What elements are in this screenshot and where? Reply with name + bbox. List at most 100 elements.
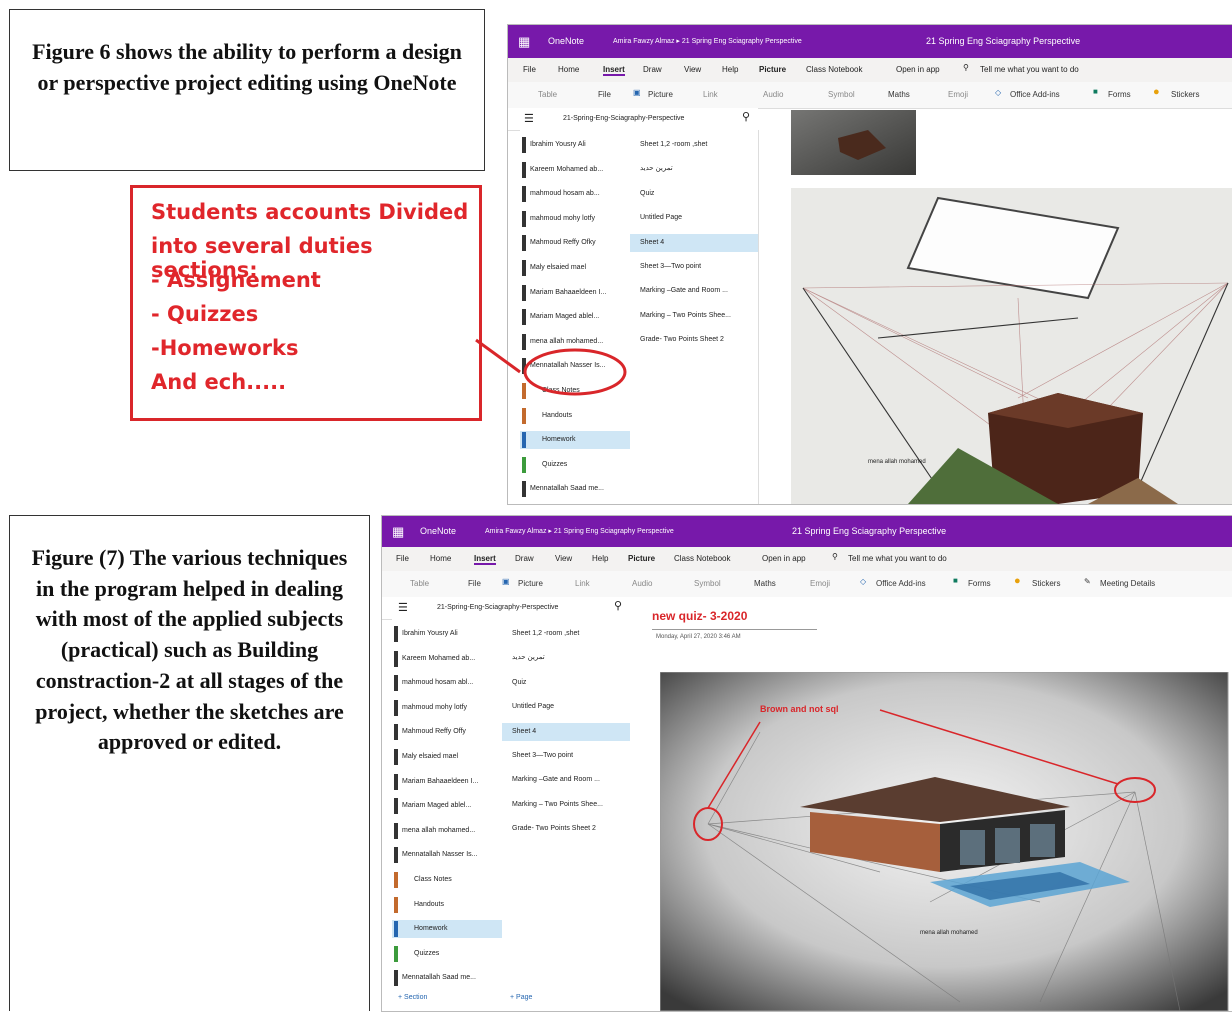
section-kareem-mohamed-ab[interactable]: Kareem Mohamed ab...: [392, 650, 502, 668]
section-mennatallah-saad-me[interactable]: Mennatallah Saad me...: [520, 480, 630, 498]
page-title[interactable]: new quiz- 3-2020: [652, 609, 747, 623]
toolbar-table[interactable]: Table: [410, 579, 429, 588]
toolbar-office-addins[interactable]: Office Add-ins: [876, 579, 926, 588]
toolbar-emoji[interactable]: Emoji: [810, 579, 830, 588]
page-quiz[interactable]: Quiz: [630, 185, 758, 203]
page-item[interactable]: تمرين حديد: [630, 160, 758, 178]
page-untitled-page[interactable]: Untitled Page: [502, 698, 630, 716]
menu-class-notebook[interactable]: Class Notebook: [674, 554, 730, 563]
toolbar-forms[interactable]: Forms: [1108, 90, 1131, 99]
toolbar-meeting-details[interactable]: Meeting Details: [1100, 579, 1155, 588]
section-mahmoud-reffy-offy[interactable]: Mahmoud Reffy Offy: [392, 723, 502, 741]
section-mariam-maged-ablel[interactable]: Mariam Maged ablel...: [520, 308, 630, 326]
breadcrumb[interactable]: Amira Fawzy Almaz ▸ 21 Spring Eng Sciagr…: [613, 37, 802, 45]
page-sheet-4[interactable]: Sheet 4: [630, 233, 758, 252]
menu-help[interactable]: Help: [592, 554, 608, 563]
section-quizzes[interactable]: Quizzes: [392, 945, 502, 963]
page-marking-gate-and-room[interactable]: Marking –Gate and Room ...: [502, 771, 630, 789]
section-mahmoud-mohy-lotfy[interactable]: mahmoud mohy lotfy: [520, 210, 630, 228]
toolbar-link[interactable]: Link: [703, 90, 718, 99]
menu-draw[interactable]: Draw: [643, 65, 662, 74]
toolbar-stickers[interactable]: Stickers: [1032, 579, 1060, 588]
toolbar-file[interactable]: File: [468, 579, 481, 588]
toolbar-table[interactable]: Table: [538, 90, 557, 99]
menu-draw[interactable]: Draw: [515, 554, 534, 563]
section-quizzes[interactable]: Quizzes: [520, 456, 630, 474]
menu-class-notebook[interactable]: Class Notebook: [806, 65, 862, 74]
toolbar-maths[interactable]: Maths: [754, 579, 776, 588]
section-mennatallah-saad-me[interactable]: Mennatallah Saad me...: [392, 969, 502, 987]
menu-picture[interactable]: Picture: [759, 65, 786, 74]
page-grade-two-points-sheet-2[interactable]: Grade- Two Points Sheet 2: [502, 820, 630, 838]
section-handouts[interactable]: Handouts: [392, 896, 502, 914]
section-mariam-bahaaeldeen-i[interactable]: Mariam Bahaaeldeen I...: [392, 773, 502, 791]
page-untitled-page[interactable]: Untitled Page: [630, 209, 758, 227]
menu-file[interactable]: File: [396, 554, 409, 563]
toolbar-picture[interactable]: Picture: [648, 90, 673, 99]
menu-home[interactable]: Home: [558, 65, 579, 74]
section-mahmoud-hosam-ab[interactable]: mahmoud hosam ab...: [520, 185, 630, 203]
toolbar-symbol[interactable]: Symbol: [828, 90, 855, 99]
section-mena-allah-mohamed[interactable]: mena allah mohamed...: [392, 822, 502, 840]
notebook-title[interactable]: 21-Spring-Eng-Sciagraphy-Perspective: [563, 115, 684, 122]
add-page-button[interactable]: + Page: [510, 994, 532, 1001]
section-homework[interactable]: Homework: [392, 920, 502, 939]
page-sheet-1-2-room-shet[interactable]: Sheet 1,2 -room ,shet: [502, 625, 630, 643]
section-kareem-mohamed-ab[interactable]: Kareem Mohamed ab...: [520, 161, 630, 179]
app-launcher-icon[interactable]: ▦: [392, 524, 404, 540]
section-maly-elsaied-mael[interactable]: Maly elsaied mael: [392, 748, 502, 766]
section-mahmoud-reffy-ofky[interactable]: Mahmoud Reffy Ofky: [520, 234, 630, 252]
menu-help[interactable]: Help: [722, 65, 738, 74]
menu-view[interactable]: View: [684, 65, 701, 74]
section-ibrahim-yousry-ali[interactable]: Ibrahim Yousry Ali: [520, 136, 630, 154]
page-marking-gate-and-room[interactable]: Marking –Gate and Room ...: [630, 282, 758, 300]
page-marking-two-points-shee[interactable]: Marking – Two Points Shee...: [630, 307, 758, 325]
toolbar-forms[interactable]: Forms: [968, 579, 991, 588]
fig6-page-canvas[interactable]: mena allah mohamed: [758, 108, 1232, 504]
section-mahmoud-mohy-lotfy[interactable]: mahmoud mohy lotfy: [392, 699, 502, 717]
page-item[interactable]: تمرين حديد: [502, 649, 630, 667]
section-homework[interactable]: Homework: [520, 431, 630, 450]
search-icon[interactable]: ⚲: [742, 110, 750, 123]
toolbar-maths[interactable]: Maths: [888, 90, 910, 99]
menu-open-in-app[interactable]: Open in app: [896, 65, 940, 74]
page-sheet-1-2-room-shet[interactable]: Sheet 1,2 -room ,shet: [630, 136, 758, 154]
add-section-button[interactable]: + Section: [398, 994, 427, 1001]
page-marking-two-points-shee[interactable]: Marking – Two Points Shee...: [502, 796, 630, 814]
toolbar-audio[interactable]: Audio: [632, 579, 652, 588]
app-launcher-icon[interactable]: ▦: [518, 34, 530, 50]
menu-insert[interactable]: Insert: [603, 65, 625, 76]
toolbar-emoji[interactable]: Emoji: [948, 90, 968, 99]
menu-file[interactable]: File: [523, 65, 536, 74]
toolbar-stickers[interactable]: Stickers: [1171, 90, 1199, 99]
section-class-notes[interactable]: Class Notes: [520, 382, 630, 400]
section-handouts[interactable]: Handouts: [520, 407, 630, 425]
menu-open-in-app[interactable]: Open in app: [762, 554, 806, 563]
toolbar-audio[interactable]: Audio: [763, 90, 783, 99]
nav-toggle-icon[interactable]: ☰: [398, 601, 408, 614]
toolbar-office-addins[interactable]: Office Add-ins: [1010, 90, 1060, 99]
section-mena-allah-mohamed[interactable]: mena allah mohamed...: [520, 333, 630, 351]
section-mariam-maged-ablel[interactable]: Mariam Maged ablel...: [392, 797, 502, 815]
toolbar-file[interactable]: File: [598, 90, 611, 99]
menu-insert[interactable]: Insert: [474, 554, 496, 565]
search-icon[interactable]: ⚲: [614, 599, 622, 612]
page-sheet-3-two-point[interactable]: Sheet 3—Two point: [630, 258, 758, 276]
page-grade-two-points-sheet-2[interactable]: Grade- Two Points Sheet 2: [630, 331, 758, 349]
page-quiz[interactable]: Quiz: [502, 674, 630, 692]
menu-picture[interactable]: Picture: [628, 554, 655, 563]
notebook-title[interactable]: 21-Spring-Eng-Sciagraphy-Perspective: [437, 604, 558, 611]
tell-me-search[interactable]: Tell me what you want to do: [980, 65, 1079, 74]
section-ibrahim-yousry-ali[interactable]: Ibrahim Yousry Ali: [392, 625, 502, 643]
menu-home[interactable]: Home: [430, 554, 451, 563]
breadcrumb[interactable]: Amira Fawzy Almaz ▸ 21 Spring Eng Sciagr…: [485, 527, 674, 535]
section-mariam-bahaaeldeen-i[interactable]: Mariam Bahaaeldeen I...: [520, 284, 630, 302]
toolbar-picture[interactable]: Picture: [518, 579, 543, 588]
fig7-page-canvas[interactable]: new quiz- 3-2020 Monday, April 27, 2020 …: [630, 597, 1232, 1011]
toolbar-link[interactable]: Link: [575, 579, 590, 588]
toolbar-symbol[interactable]: Symbol: [694, 579, 721, 588]
page-sheet-3-two-point[interactable]: Sheet 3—Two point: [502, 747, 630, 765]
tell-me-search[interactable]: Tell me what you want to do: [848, 554, 947, 563]
menu-view[interactable]: View: [555, 554, 572, 563]
nav-toggle-icon[interactable]: ☰: [524, 112, 534, 125]
